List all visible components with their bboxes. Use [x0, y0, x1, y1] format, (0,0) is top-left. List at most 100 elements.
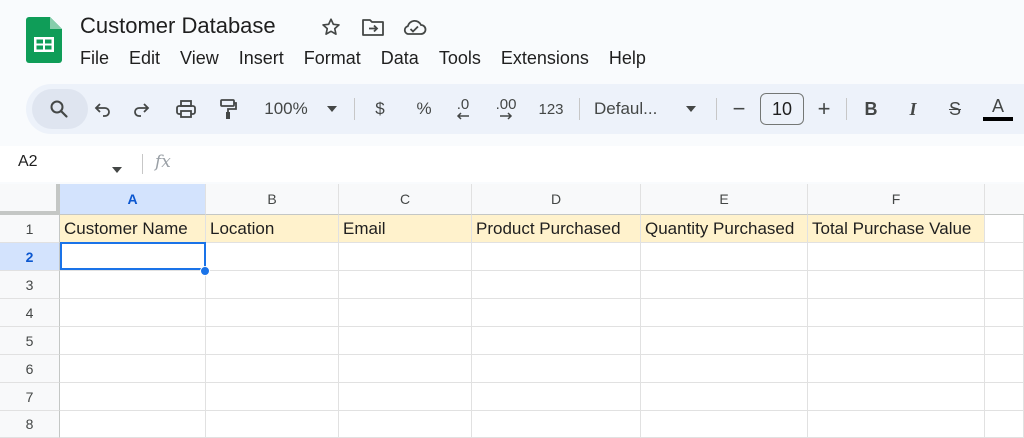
formula-input[interactable] — [185, 150, 1005, 178]
menu-extensions[interactable]: Extensions — [491, 46, 599, 70]
cell-g4[interactable] — [985, 299, 1024, 327]
bold-button[interactable]: B — [858, 84, 884, 134]
fill-handle[interactable] — [200, 266, 210, 276]
cell-a8[interactable] — [60, 411, 206, 438]
redo-icon[interactable] — [128, 84, 156, 134]
font-size-input[interactable]: 10 — [760, 93, 804, 125]
cell-a3[interactable] — [60, 271, 206, 299]
cell-c1[interactable]: Email — [339, 215, 472, 243]
cell-b1[interactable]: Location — [206, 215, 339, 243]
increase-font-size-button[interactable]: + — [811, 84, 837, 134]
row-header-4[interactable]: 4 — [0, 299, 60, 327]
cell-f7[interactable] — [808, 383, 985, 411]
cell-e8[interactable] — [641, 411, 808, 438]
menu-format[interactable]: Format — [294, 46, 371, 70]
cell-d5[interactable] — [472, 327, 641, 355]
cell-a7[interactable] — [60, 383, 206, 411]
cell-d1[interactable]: Product Purchased — [472, 215, 641, 243]
cell-e2[interactable] — [641, 243, 808, 271]
menu-insert[interactable]: Insert — [229, 46, 294, 70]
search-icon[interactable] — [44, 84, 74, 134]
cell-e3[interactable] — [641, 271, 808, 299]
sheets-logo-icon[interactable] — [26, 17, 62, 63]
font-dropdown-icon[interactable] — [682, 84, 700, 134]
cell-d3[interactable] — [472, 271, 641, 299]
cell-a1[interactable]: Customer Name — [60, 215, 206, 243]
cell-d7[interactable] — [472, 383, 641, 411]
document-title[interactable]: Customer Database — [80, 13, 276, 39]
star-icon[interactable] — [318, 14, 344, 40]
column-header-b[interactable]: B — [206, 184, 339, 215]
cell-g7[interactable] — [985, 383, 1024, 411]
column-header-f[interactable]: F — [808, 184, 985, 215]
percent-format-button[interactable]: % — [410, 84, 438, 134]
cell-f2[interactable] — [808, 243, 985, 271]
name-box-dropdown-icon[interactable] — [112, 160, 122, 178]
font-select[interactable]: Defaul... — [594, 84, 674, 134]
cell-d6[interactable] — [472, 355, 641, 383]
undo-icon[interactable] — [88, 84, 116, 134]
cell-f1[interactable]: Total Purchase Value — [808, 215, 985, 243]
cell-overflow[interactable] — [985, 215, 1024, 243]
strikethrough-button[interactable]: S — [942, 84, 968, 134]
cell-b7[interactable] — [206, 383, 339, 411]
row-header-1[interactable]: 1 — [0, 215, 60, 243]
cell-c2[interactable] — [339, 243, 472, 271]
cell-e6[interactable] — [641, 355, 808, 383]
cell-d4[interactable] — [472, 299, 641, 327]
row-header-3[interactable]: 3 — [0, 271, 60, 299]
zoom-select[interactable]: 100% — [258, 84, 314, 134]
cell-f6[interactable] — [808, 355, 985, 383]
print-icon[interactable] — [171, 84, 201, 134]
menu-view[interactable]: View — [170, 46, 229, 70]
cell-g6[interactable] — [985, 355, 1024, 383]
row-header-2[interactable]: 2 — [0, 243, 60, 271]
menu-file[interactable]: File — [80, 46, 119, 70]
row-header-5[interactable]: 5 — [0, 327, 60, 355]
cell-b6[interactable] — [206, 355, 339, 383]
increase-decimal-button[interactable]: .00 — [489, 84, 523, 134]
cell-c8[interactable] — [339, 411, 472, 438]
menu-tools[interactable]: Tools — [429, 46, 491, 70]
cell-c3[interactable] — [339, 271, 472, 299]
cell-g3[interactable] — [985, 271, 1024, 299]
cell-b3[interactable] — [206, 271, 339, 299]
menu-edit[interactable]: Edit — [119, 46, 170, 70]
cell-c4[interactable] — [339, 299, 472, 327]
currency-format-button[interactable]: $ — [366, 84, 394, 134]
cell-e7[interactable] — [641, 383, 808, 411]
cell-f8[interactable] — [808, 411, 985, 438]
row-header-6[interactable]: 6 — [0, 355, 60, 383]
select-all-corner[interactable] — [0, 184, 60, 215]
cell-d2[interactable] — [472, 243, 641, 271]
cell-f5[interactable] — [808, 327, 985, 355]
cell-e1[interactable]: Quantity Purchased — [641, 215, 808, 243]
cell-g8[interactable] — [985, 411, 1024, 438]
cell-b4[interactable] — [206, 299, 339, 327]
cell-b8[interactable] — [206, 411, 339, 438]
text-color-button[interactable]: A — [982, 84, 1014, 134]
column-header-c[interactable]: C — [339, 184, 472, 215]
cell-d8[interactable] — [472, 411, 641, 438]
cell-c6[interactable] — [339, 355, 472, 383]
column-header-d[interactable]: D — [472, 184, 641, 215]
paint-format-icon[interactable] — [213, 84, 243, 134]
cell-f3[interactable] — [808, 271, 985, 299]
italic-button[interactable]: I — [900, 84, 926, 134]
menu-data[interactable]: Data — [371, 46, 429, 70]
active-cell-selection[interactable] — [60, 242, 206, 270]
cell-e4[interactable] — [641, 299, 808, 327]
row-header-8[interactable]: 8 — [0, 411, 60, 438]
cell-c7[interactable] — [339, 383, 472, 411]
cell-a5[interactable] — [60, 327, 206, 355]
decrease-font-size-button[interactable]: − — [726, 84, 752, 134]
cell-b5[interactable] — [206, 327, 339, 355]
cell-b2[interactable] — [206, 243, 339, 271]
name-box[interactable]: A2 — [18, 153, 38, 171]
cell-a6[interactable] — [60, 355, 206, 383]
column-header-a[interactable]: A — [60, 184, 206, 215]
column-header-e[interactable]: E — [641, 184, 808, 215]
cloud-saved-icon[interactable] — [401, 14, 427, 40]
cell-a4[interactable] — [60, 299, 206, 327]
row-header-7[interactable]: 7 — [0, 383, 60, 411]
